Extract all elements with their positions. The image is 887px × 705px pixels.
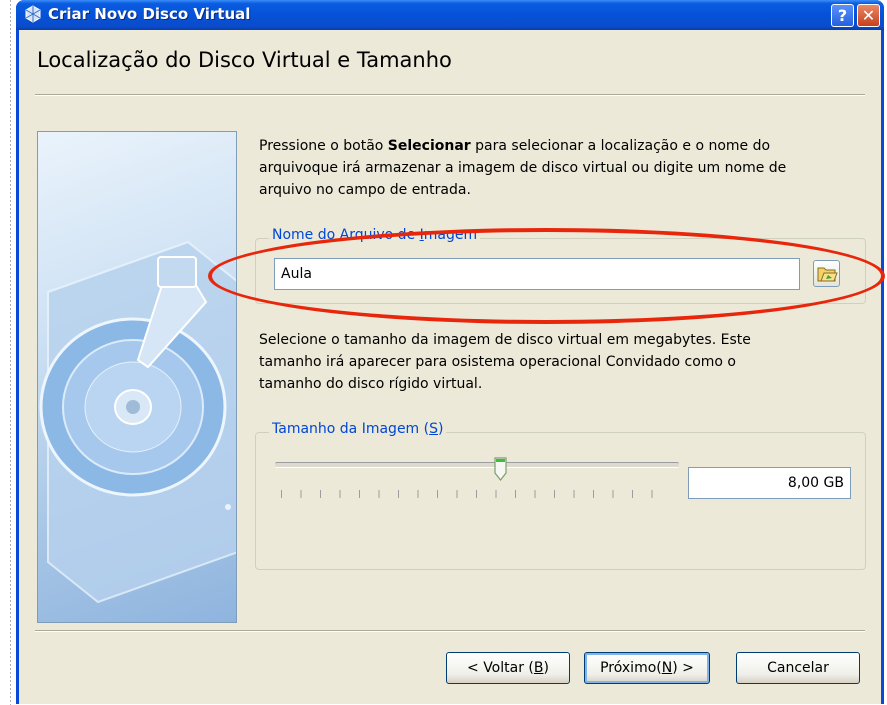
size-slider-track[interactable]: [275, 462, 679, 468]
cancel-button[interactable]: Cancelar: [736, 652, 860, 684]
back-button[interactable]: < Voltar (B): [446, 652, 570, 684]
size-slider-ticks: [281, 490, 671, 498]
intro-text: Pressione o botão Selecionar para seleci…: [259, 135, 786, 201]
intro-line-1: Pressione o botão Selecionar para seleci…: [259, 138, 771, 154]
window-title: Criar Novo Disco Virtual: [48, 5, 251, 23]
file-name-legend: Nome do Arquivo de Imagem: [269, 227, 481, 243]
image-size-input[interactable]: 8,00 GB: [688, 467, 851, 499]
size-line-3: tamanho do disco rígido virtual.: [259, 376, 483, 392]
intro-line-2: arquivoque irá armazenar a imagem de dis…: [259, 160, 787, 176]
close-icon: ✕: [861, 6, 876, 25]
size-line-1: Selecione o tamanho da imagem de disco v…: [259, 332, 751, 348]
page-title: Localização do Disco Virtual e Tamanho: [37, 48, 452, 72]
image-size-group: [255, 432, 866, 570]
page-header: Localização do Disco Virtual e Tamanho: [19, 30, 881, 94]
help-button[interactable]: ?: [831, 4, 854, 27]
size-description: Selecione o tamanho da imagem de disco v…: [259, 329, 751, 395]
browse-button[interactable]: [813, 260, 840, 287]
close-button[interactable]: ✕: [857, 4, 880, 27]
image-size-legend: Tamanho da Imagem (S): [269, 421, 447, 437]
next-button[interactable]: Próximo(N) >: [584, 652, 710, 684]
file-name-input[interactable]: Aula: [274, 258, 800, 290]
select-emphasis: Selecionar: [387, 138, 471, 154]
virtualbox-icon: [25, 5, 41, 23]
title-bar: Criar Novo Disco Virtual ? ✕: [16, 0, 884, 30]
header-divider: [35, 94, 865, 96]
folder-browse-icon: [817, 267, 838, 282]
help-icon: ?: [837, 6, 848, 25]
dotted-edge: [10, 0, 11, 705]
footer-divider: [35, 630, 865, 632]
dialog-window: Criar Novo Disco Virtual ? ✕ Localização…: [16, 0, 884, 704]
intro-line-3: arquivo no campo de entrada.: [259, 182, 471, 198]
size-line-2: tamanho irá aparecer para osistema opera…: [259, 354, 736, 370]
slider-thumb-icon[interactable]: [494, 457, 507, 481]
hard-disk-illustration: [37, 131, 237, 623]
dialog-body: Localização do Disco Virtual e Tamanho P…: [19, 30, 881, 704]
